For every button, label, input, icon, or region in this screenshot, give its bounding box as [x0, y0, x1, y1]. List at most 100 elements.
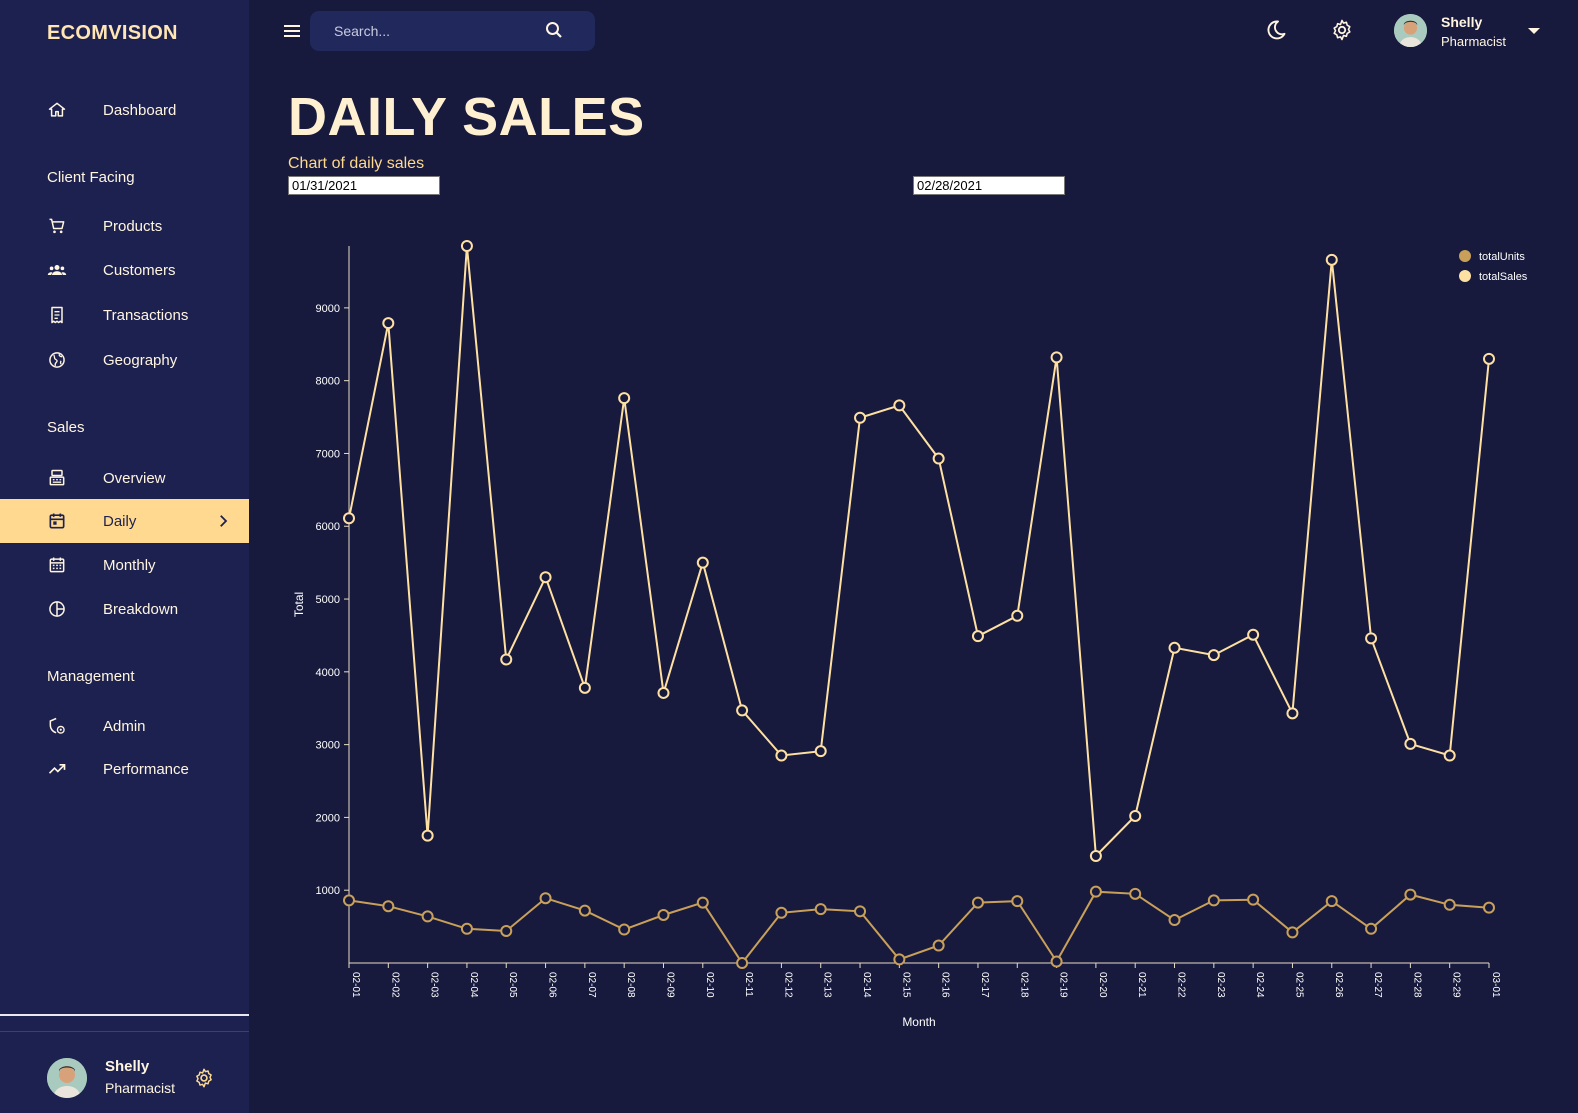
sidebar-divider [0, 1031, 249, 1032]
x-tick-label: 02-06 [547, 972, 558, 998]
x-tick-label: 02-10 [704, 972, 715, 998]
sidebar-item-label: Customers [103, 261, 176, 279]
legend-label-totalSales: totalSales [1479, 271, 1528, 283]
data-point-totalSales [854, 411, 867, 424]
x-tick-label: 02-21 [1136, 972, 1147, 998]
data-point-totalSales [382, 317, 395, 330]
home-icon [47, 100, 67, 120]
x-tick-label: 02-01 [350, 972, 361, 998]
x-tick-label: 02-08 [625, 972, 636, 998]
sidebar-item-label: Dashboard [103, 101, 177, 119]
sidebar-user-name: Shelly [105, 1058, 150, 1075]
x-tick-label: 02-11 [743, 972, 754, 997]
trending-up-icon [47, 759, 67, 779]
legend-marker-totalSales [1459, 270, 1471, 282]
data-point-totalSales [1325, 253, 1338, 266]
gear-icon[interactable] [193, 1067, 215, 1089]
x-tick-label: 02-14 [861, 972, 872, 998]
data-point-totalSales [343, 512, 355, 525]
sidebar-item-customers[interactable]: Customers [0, 248, 249, 292]
y-tick-label: 3000 [316, 740, 340, 752]
data-point-totalUnits [1050, 955, 1063, 968]
x-tick-label: 02-16 [940, 972, 951, 998]
data-point-totalUnits [696, 896, 709, 909]
groups-icon [47, 260, 67, 280]
x-tick-label: 02-25 [1293, 972, 1304, 998]
sidebar-item-geography[interactable]: Geography [0, 338, 249, 382]
sidebar-item-performance[interactable]: Performance [0, 747, 249, 791]
x-tick-label: 02-15 [900, 972, 911, 998]
header-user-name[interactable]: Shelly [1441, 14, 1482, 30]
y-tick-label: 4000 [316, 667, 340, 679]
sidebar-item-breakdown[interactable]: Breakdown [0, 587, 249, 631]
admin-icon [47, 716, 67, 736]
data-point-totalUnits [1286, 926, 1299, 939]
end-date-input[interactable]: 02/28/2021 [913, 176, 1065, 195]
data-point-totalSales [1483, 352, 1495, 365]
data-point-totalUnits [1365, 922, 1378, 935]
page-subtitle: Chart of daily sales [288, 155, 425, 172]
legend-marker-totalUnits [1459, 250, 1471, 262]
x-tick-label: 02-13 [822, 972, 833, 998]
data-point-totalSales [1011, 609, 1024, 622]
sidebar-item-label: Transactions [103, 306, 189, 324]
x-tick-label: 02-24 [1254, 972, 1265, 998]
data-point-totalSales [932, 452, 945, 465]
data-point-totalUnits [1011, 895, 1024, 908]
sidebar-item-monthly[interactable]: Monthly [0, 543, 249, 587]
data-point-totalSales [814, 745, 827, 758]
data-point-totalSales [1286, 707, 1299, 720]
data-point-totalUnits [1168, 914, 1181, 927]
sidebar-item-admin[interactable]: Admin [0, 704, 249, 748]
start-date-input[interactable]: 01/31/2021 [288, 176, 440, 195]
y-tick-label: 9000 [316, 303, 340, 315]
data-point-totalSales [1050, 351, 1063, 364]
series-line-totalSales [348, 245, 1490, 859]
page-title: DAILY SALES [288, 87, 645, 147]
section-client-facing: Client Facing [47, 169, 135, 186]
data-point-totalSales [1443, 749, 1456, 762]
data-point-totalSales [500, 653, 513, 666]
sidebar-item-label: Admin [103, 717, 146, 735]
data-point-totalSales [736, 704, 749, 717]
data-point-totalUnits [539, 892, 552, 905]
x-tick-label: 02-27 [1372, 972, 1383, 998]
avatar[interactable] [1394, 14, 1427, 47]
data-point-totalSales [1089, 849, 1102, 862]
y-tick-label: 6000 [316, 521, 340, 533]
caret-down-icon[interactable] [1524, 23, 1544, 39]
data-point-totalSales [1365, 632, 1378, 645]
x-tick-label: 02-22 [1176, 972, 1187, 998]
moon-icon[interactable] [1264, 18, 1288, 42]
data-point-totalUnits [893, 953, 906, 966]
x-tick-label: 02-04 [468, 972, 479, 998]
data-point-totalUnits [500, 924, 513, 937]
data-point-totalSales [1404, 737, 1417, 750]
menu-icon[interactable] [282, 21, 302, 41]
x-tick-label: 02-26 [1333, 972, 1344, 998]
sidebar-item-products[interactable]: Products [0, 204, 249, 248]
data-point-totalUnits [1247, 893, 1260, 906]
search-input[interactable] [334, 20, 544, 42]
sidebar-user-role: Pharmacist [105, 1080, 176, 1096]
data-point-totalUnits [854, 905, 867, 918]
sidebar-item-overview[interactable]: Overview [0, 456, 249, 500]
brand-logo[interactable]: ECOMVISION [47, 22, 178, 45]
data-point-totalSales [578, 681, 591, 694]
point-of-sale-icon [47, 468, 67, 488]
data-point-totalUnits [775, 906, 788, 919]
data-point-totalUnits [657, 908, 670, 921]
x-tick-label: 02-23 [1215, 972, 1226, 998]
sidebar-item-label: Monthly [103, 556, 156, 574]
data-point-totalUnits [343, 894, 355, 907]
chevron-right-icon [214, 512, 232, 530]
sidebar-item-transactions[interactable]: Transactions [0, 293, 249, 337]
gear-icon[interactable] [1330, 18, 1354, 42]
search-icon[interactable] [544, 20, 564, 40]
receipt-icon [47, 305, 67, 325]
data-point-totalSales [657, 686, 670, 699]
data-point-totalUnits [460, 922, 473, 935]
sidebar-item-dashboard[interactable]: Dashboard [0, 88, 249, 132]
sidebar-item-daily[interactable]: Daily [0, 499, 249, 543]
avatar[interactable] [47, 1058, 87, 1098]
